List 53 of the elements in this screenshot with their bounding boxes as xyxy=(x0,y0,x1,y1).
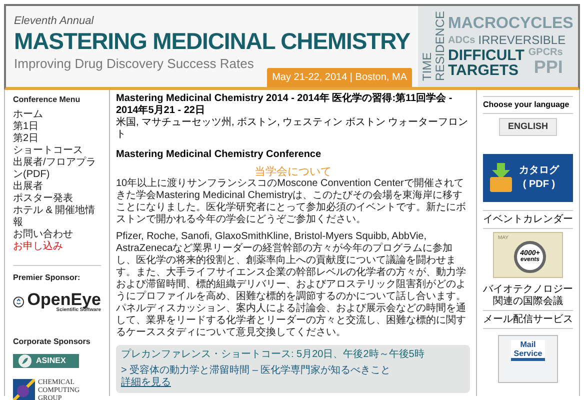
calendar-link[interactable]: バイオテクノロジー関連の国際会議 xyxy=(483,284,573,308)
logo-wordmark: OpenEye xyxy=(27,291,101,308)
section-title: 当学会について xyxy=(254,166,332,178)
header-tag-word: RESIDENCE xyxy=(434,11,446,82)
short-course-link[interactable]: > 受容体の動力学と滞留時間 – 医化学専門家が知るべきこと xyxy=(121,365,465,377)
menu-link[interactable]: お問い合わせ xyxy=(13,229,101,241)
header-subtitle: Improving Drug Discovery Success Rates xyxy=(14,57,255,70)
logo-wordmark: ASINEX xyxy=(36,355,66,367)
sphere-logo-icon xyxy=(13,379,35,400)
header-tag-word: DIFFICULT xyxy=(448,48,524,62)
sidebar-heading: イベントカレンダー xyxy=(483,210,573,228)
sidebar-heading: メール配信サービス xyxy=(483,310,573,328)
menu-link[interactable]: 出展者 xyxy=(13,181,101,193)
body-paragraph: Pfizer, Roche, Sanofi, GlaxoSmithKline, Bristol-Myers Squibb, AbbVie, AstraZenecaなど業界リーダーの経営幹部の方々が今年のプログラムに参加し、医化学の将来的役割と、創薬率向上への貢献度について議論を闘わせます。また、大手ライフサイエンス企業の幹部レベルの化学者の方々が、動力学および滞留時間、標的組織デリバリー、およびアロステリック阻害剤がどのようにプロファイルを高め、困難な標的を調節するのかについて話し合います。パネルディスカッション、案内人による討論会、および展示会などの時間を通して、業界をリードする化学者とリーダーの方々と交流し、困難な標的に関するケーススタディについて意見交換してください。 xyxy=(116,231,467,339)
header-tag-word: TARGETS xyxy=(448,62,520,78)
sponsor-heading: Corporate Sponsors xyxy=(13,336,92,348)
venue-text: 米国, マサチューセッツ州, ボストン, ウェスティン ボストン ウォーターフロント xyxy=(116,117,470,141)
header-tag-word: MACROCYCLES xyxy=(448,16,574,32)
header-tag-word: PPI xyxy=(534,58,563,76)
mail-card-text: Service xyxy=(514,348,542,358)
leaf-icon xyxy=(18,354,32,368)
catalog-label: カタログ xyxy=(519,164,559,178)
menu-link[interactable]: 第1日 xyxy=(13,121,101,133)
menu-link[interactable]: お申し込み xyxy=(13,241,101,253)
catalog-button[interactable]: カタログ ( PDF ) xyxy=(483,154,573,202)
sponsor-heading: Premier Sponsor: xyxy=(13,272,82,284)
header-tag-word: TIME xyxy=(421,52,433,82)
language-button[interactable]: ENGLISH xyxy=(498,118,557,136)
date-badge: May 21-22, 2014 | Boston, MA xyxy=(267,68,412,87)
short-course-title: プレカンファレンス・ショートコース: 5月20日、午後2時～午後5時 xyxy=(121,349,426,361)
conference-heading: Mastering Medicinal Chemistry Conference xyxy=(116,148,322,162)
menu-link[interactable]: ポスター発表 xyxy=(13,193,101,205)
sponsor-logo[interactable]: ASINEX xyxy=(13,354,79,368)
header-kicker: Eleventh Annual xyxy=(14,16,95,27)
header-tag-word: GPCRs xyxy=(528,48,563,58)
header-title: MASTERING MEDICINAL CHEMISTRY xyxy=(14,30,412,53)
menu-link[interactable]: 出展者/フロアプラン(PDF) xyxy=(13,157,101,181)
catalog-label: ( PDF ) xyxy=(522,178,556,192)
menu-link[interactable]: ホテル & 開催地情報 xyxy=(13,205,101,229)
header-tag-word: IRREVERSIBLE xyxy=(478,34,566,46)
page-heading: Mastering Medicinal Chemistry 2014 - 2014年 医化学の習得:第11回学会 - xyxy=(116,93,454,104)
header-tag-word: ADCs xyxy=(448,36,476,46)
folder-download-icon xyxy=(489,162,513,192)
menu-link[interactable]: 第2日 xyxy=(13,133,101,145)
sidebar-heading: Choose your language xyxy=(483,96,573,114)
page-heading: 2014年5月21 - 22日 xyxy=(116,105,206,116)
menu-link[interactable]: ホーム xyxy=(13,109,101,121)
mail-envelope-image[interactable]: Mail Service xyxy=(498,334,558,382)
mail-card-text: Mail xyxy=(520,340,536,348)
menu-link[interactable]: ショートコース xyxy=(13,145,101,157)
menu-title: Conference Menu xyxy=(13,94,82,106)
body-paragraph: 10年以上に渡りサンフランシスコのMoscone Convention Centerで開催されてきた学会Mastering Medicinal Chemistryは、このたびその会場を東海岸に移すことになりました。医化学研究者にとって参加必須のイベントです。新たにボストンで開かれる今年の学会にどうぞご参加ください。 xyxy=(116,178,467,226)
details-link[interactable]: 詳細を見る xyxy=(121,377,171,389)
